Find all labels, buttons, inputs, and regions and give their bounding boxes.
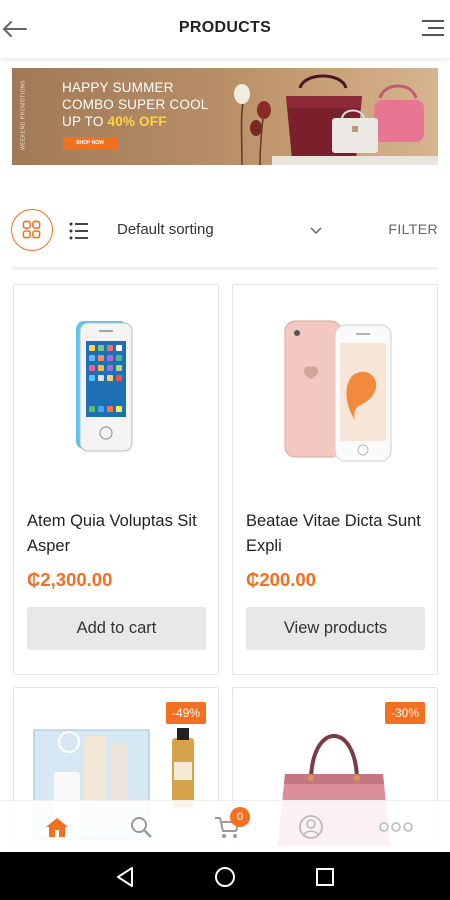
chevron-down-icon[interactable] — [308, 224, 324, 238]
banner-side-text: WEEKEND PROMOTIONS — [20, 80, 27, 150]
iphone-6-rose-gold-image — [284, 320, 392, 462]
system-back-icon[interactable] — [112, 864, 138, 890]
cart-count-badge: 0 — [230, 807, 250, 827]
discount-badge: -49% — [165, 702, 206, 724]
add-to-cart-button[interactable]: Add to cart — [27, 607, 206, 650]
grid-view-button[interactable] — [11, 209, 53, 251]
banner-bags-image — [234, 74, 438, 165]
iphone-5s-image — [76, 321, 133, 452]
grid-icon — [22, 220, 41, 239]
view-products-button[interactable]: View products — [246, 607, 425, 650]
product-name[interactable]: Atem Quia Voluptas Sit Asper — [27, 509, 207, 559]
divider — [12, 267, 438, 270]
promo-banner[interactable]: WEEKEND PROMOTIONS HAPPY SUMMER COMBO SU… — [12, 68, 438, 165]
more-icon[interactable] — [378, 813, 414, 841]
system-recents-icon[interactable] — [312, 864, 338, 890]
banner-discount: 40% OFF — [107, 114, 167, 129]
discount-badge: -30% — [384, 702, 425, 724]
shop-now-button[interactable]: SHOP NOW — [63, 137, 117, 150]
product-price: ₵2,300.00 — [27, 569, 113, 590]
sorting-select[interactable]: Default sorting — [117, 221, 214, 238]
bottom-navigation — [0, 800, 450, 852]
product-price: ₵200.00 — [246, 569, 316, 590]
filter-button[interactable]: FILTER — [388, 221, 438, 237]
banner-headline-2: COMBO SUPER COOL — [62, 97, 209, 112]
product-name[interactable]: Beatae Vitae Dicta Sunt Expli — [246, 509, 426, 559]
page-title: PRODUCTS — [178, 19, 272, 36]
banner-headline-3: UP TO 40% OFF — [62, 114, 167, 129]
product-card[interactable]: Beatae Vitae Dicta Sunt Expli ₵200.00 Vi… — [232, 284, 438, 675]
system-home-icon[interactable] — [212, 864, 238, 890]
search-icon[interactable] — [126, 813, 156, 841]
system-navigation-bar — [0, 852, 450, 900]
product-card[interactable]: Atem Quia Voluptas Sit Asper ₵2,300.00 A… — [13, 284, 219, 675]
menu-icon[interactable] — [420, 15, 446, 41]
account-icon[interactable] — [296, 813, 326, 841]
list-view-icon[interactable] — [68, 220, 90, 242]
banner-headline-1: HAPPY SUMMER — [62, 80, 174, 95]
app-header: PRODUCTS — [0, 0, 450, 58]
home-icon[interactable] — [42, 813, 72, 841]
